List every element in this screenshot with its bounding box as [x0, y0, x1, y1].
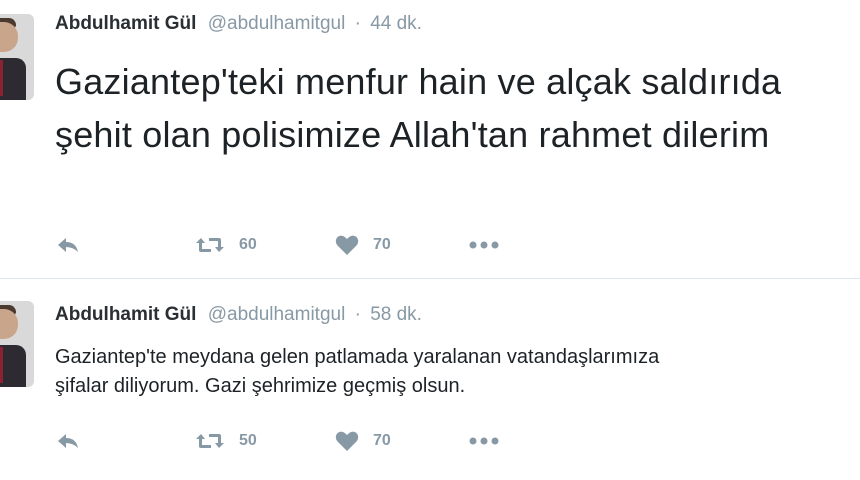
tweet-actions: 60 70: [55, 233, 555, 257]
reply-icon: [55, 431, 81, 451]
heart-icon: [335, 430, 359, 452]
author-name[interactable]: Abdulhamit Gül: [55, 13, 196, 34]
avatar[interactable]: [0, 301, 34, 387]
timestamp[interactable]: 44 dk.: [370, 13, 422, 34]
heart-icon: [335, 234, 359, 256]
tweet: Abdulhamit Gül @abdulhamitgul · 58 dk. G…: [0, 279, 860, 480]
timestamp[interactable]: 58 dk.: [370, 304, 422, 325]
more-icon: [468, 436, 500, 446]
tweet-header: Abdulhamit Gül @abdulhamitgul · 44 dk.: [55, 13, 422, 35]
more-button[interactable]: [468, 233, 500, 257]
author-handle[interactable]: @abdulhamitgul: [208, 304, 346, 325]
tweet-header: Abdulhamit Gül @abdulhamitgul · 58 dk.: [55, 304, 422, 326]
separator: ·: [354, 304, 361, 325]
retweet-button[interactable]: 50: [195, 429, 257, 453]
more-icon: [468, 240, 500, 250]
tweet-text: Gaziantep'teki menfur hain ve alçak sald…: [55, 61, 782, 155]
reply-button[interactable]: [55, 233, 81, 257]
retweet-count: 60: [239, 236, 257, 253]
reply-button[interactable]: [55, 429, 81, 453]
more-button[interactable]: [468, 429, 500, 453]
author-name[interactable]: Abdulhamit Gül: [55, 304, 196, 325]
tweet-actions: 50 70: [55, 429, 555, 453]
separator: ·: [354, 13, 361, 34]
retweet-icon: [195, 235, 225, 255]
retweet-icon: [195, 431, 225, 451]
author-handle[interactable]: @abdulhamitgul: [208, 13, 346, 34]
retweet-button[interactable]: 60: [195, 233, 257, 257]
like-button[interactable]: 70: [335, 233, 391, 257]
tweet-text: Gaziantep'te meydana gelen patlamada yar…: [55, 346, 660, 397]
like-button[interactable]: 70: [335, 429, 391, 453]
avatar[interactable]: [0, 14, 34, 100]
like-count: 70: [373, 432, 391, 449]
retweet-count: 50: [239, 432, 257, 449]
like-count: 70: [373, 236, 391, 253]
tweet: Abdulhamit Gül @abdulhamitgul · 44 dk. G…: [0, 0, 860, 278]
reply-icon: [55, 235, 81, 255]
